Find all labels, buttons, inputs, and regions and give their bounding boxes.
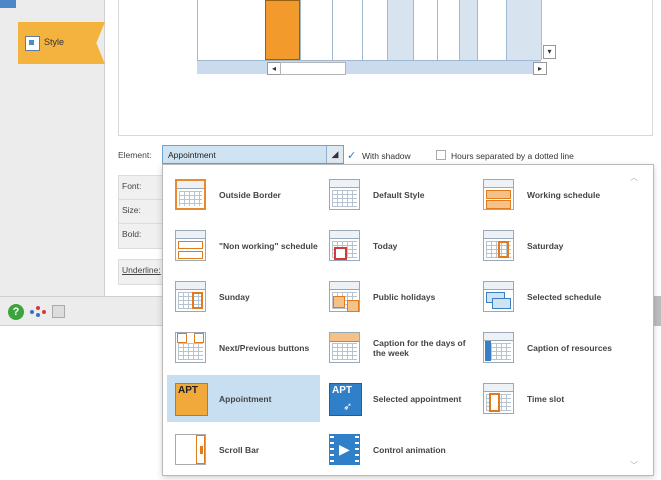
selected-appointment-icon: APT ➶ <box>329 383 362 416</box>
disabled-icon[interactable] <box>52 305 65 318</box>
style-tab[interactable]: Style <box>18 22 105 64</box>
list-item-label: Scroll Bar <box>219 444 260 455</box>
public-holidays-icon <box>329 281 360 312</box>
sunday-icon <box>175 281 206 312</box>
list-item-non-working-schedule[interactable]: "Non working" schedule <box>167 222 320 269</box>
style-tab-label: Style <box>44 37 65 47</box>
selected-appointment-icon-text: APT <box>332 385 352 396</box>
list-item-label: Selected appointment <box>373 393 462 404</box>
scroll-right-icon[interactable]: ▸ <box>533 62 547 75</box>
panel-tab-icon[interactable] <box>0 0 16 8</box>
with-shadow-label: With shadow <box>362 151 411 161</box>
list-item-label: Public holidays <box>373 291 436 302</box>
list-item-public-holidays[interactable]: Public holidays <box>321 273 474 320</box>
preview-vertical-scrollbar[interactable]: ▾ <box>541 0 556 60</box>
element-select-value: Appointment <box>168 150 216 160</box>
cursor-icon: ➶ <box>343 401 353 413</box>
preview-horizontal-scrollbar[interactable]: ◂ ▸ <box>197 60 547 75</box>
list-item-label: Selected schedule <box>527 291 602 302</box>
play-icon: ▶ <box>339 441 350 457</box>
dropdown-arrow-icon[interactable]: ◢ <box>326 146 343 163</box>
scroll-thumb[interactable] <box>280 62 346 75</box>
list-item-label: Today <box>373 240 398 251</box>
list-item-label: Working schedule <box>527 189 601 200</box>
appointment-icon: APT <box>175 383 208 416</box>
list-item-label: Saturday <box>527 240 564 251</box>
scroll-down-icon[interactable]: ▾ <box>543 45 556 59</box>
list-item-appointment[interactable]: APT Appointment <box>167 375 320 422</box>
list-item-sunday[interactable]: Sunday <box>167 273 320 320</box>
next-previous-buttons-icon <box>175 332 206 363</box>
dotted-line-label: Hours separated by a dotted line <box>451 151 574 161</box>
popup-scroll-down-icon[interactable]: ﹀ <box>630 460 638 471</box>
list-item-selected-schedule[interactable]: Selected schedule <box>475 273 628 320</box>
style-icon <box>25 36 40 51</box>
with-shadow-checkbox[interactable]: ✓ <box>347 149 356 162</box>
scroll-bar-icon <box>175 434 206 465</box>
list-item-label: Appointment <box>219 393 272 404</box>
list-item-time-slot[interactable]: Time slot <box>475 375 628 422</box>
element-label: Element: <box>118 150 152 160</box>
caption-resources-icon <box>483 332 514 363</box>
non-working-schedule-icon <box>175 230 206 261</box>
list-item-outside-border[interactable]: Outside Border <box>167 171 320 218</box>
time-slot-icon <box>483 383 514 414</box>
list-item-next-previous-buttons[interactable]: Next/Previous buttons <box>167 324 320 371</box>
element-select[interactable]: Appointment ◢ <box>162 145 344 164</box>
list-item-label: Next/Previous buttons <box>219 342 310 353</box>
list-item-label: Outside Border <box>219 189 281 200</box>
caption-days-icon <box>329 332 360 363</box>
help-icon[interactable]: ? <box>8 304 24 320</box>
element-dropdown-list[interactable]: Outside Border Default Style Working sch… <box>162 164 654 476</box>
list-item-label: Time slot <box>527 393 565 404</box>
appointment-preview-bar <box>265 0 300 60</box>
saturday-icon <box>483 230 514 261</box>
list-item-selected-appointment[interactable]: APT ➶ Selected appointment <box>321 375 474 422</box>
list-item-caption-resources[interactable]: Caption of resources <box>475 324 628 371</box>
list-item-label: Sunday <box>219 291 250 302</box>
selected-schedule-icon <box>483 281 514 312</box>
today-icon <box>329 230 360 261</box>
list-item-label: Control animation <box>373 444 446 455</box>
list-item-label: Default Style <box>373 189 425 200</box>
list-item-saturday[interactable]: Saturday <box>475 222 628 269</box>
list-item-label: Caption of resources <box>527 342 613 353</box>
popup-scroll-up-icon[interactable]: ︿ <box>630 172 638 183</box>
colors-icon[interactable] <box>30 306 46 318</box>
dotted-line-checkbox[interactable] <box>436 150 446 160</box>
planning-preview <box>197 0 545 60</box>
list-item-label: "Non working" schedule <box>219 240 318 251</box>
appointment-icon-text: APT <box>178 385 198 396</box>
list-item-scroll-bar[interactable]: Scroll Bar <box>167 426 320 473</box>
list-item-control-animation[interactable]: ▶ Control animation <box>321 426 474 473</box>
scroll-left-icon[interactable]: ◂ <box>267 62 281 75</box>
control-animation-icon: ▶ <box>329 434 360 465</box>
list-item-caption-days[interactable]: Caption for the days of the week <box>321 324 474 371</box>
default-style-icon <box>329 179 360 210</box>
list-item-today[interactable]: Today <box>321 222 474 269</box>
working-schedule-icon <box>483 179 514 210</box>
list-item-label: Caption for the days of the week <box>373 337 466 358</box>
list-item-default-style[interactable]: Default Style <box>321 171 474 218</box>
list-item-working-schedule[interactable]: Working schedule <box>475 171 628 218</box>
outside-border-icon <box>175 179 206 210</box>
